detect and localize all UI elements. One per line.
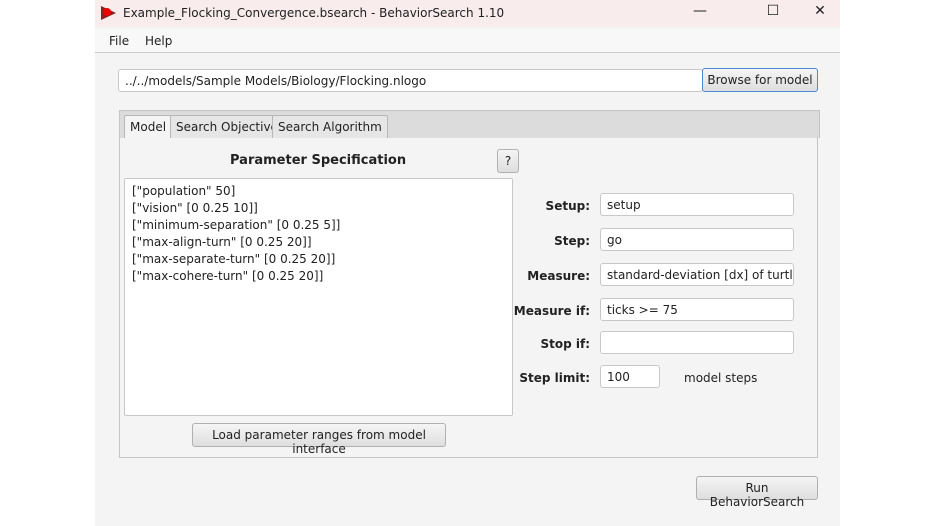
tab-bar: Model Search Objective Search Algorithm — [119, 110, 820, 138]
maximize-button[interactable]: ☐ — [753, 3, 793, 19]
title-bar: Example_Flocking_Convergence.bsearch - B… — [95, 0, 840, 27]
setup-input[interactable]: setup — [600, 193, 794, 216]
param-line: ["minimum-separation" [0 0.25 5]] — [132, 218, 341, 232]
stop-if-label: Stop if: — [540, 337, 590, 351]
measure-label: Measure: — [527, 269, 590, 283]
app-window: Example_Flocking_Convergence.bsearch - B… — [95, 0, 840, 526]
step-units-label: model steps — [684, 371, 758, 385]
measure-if-label: Measure if: — [513, 304, 590, 318]
measure-input[interactable]: standard-deviation [dx] of turtles — [600, 263, 794, 286]
setup-label: Setup: — [545, 199, 590, 213]
menu-file[interactable]: File — [109, 34, 129, 48]
param-line: ["max-cohere-turn" [0 0.25 20]] — [132, 269, 324, 283]
tab-model[interactable]: Model — [124, 115, 173, 138]
menu-help[interactable]: Help — [145, 34, 172, 48]
param-spec-textarea[interactable]: ["population" 50] ["vision" [0 0.25 10]]… — [124, 178, 513, 416]
app-logo-icon — [101, 6, 116, 20]
param-line: ["max-separate-turn" [0 0.25 20]] — [132, 252, 336, 266]
browse-model-button[interactable]: Browse for model — [702, 68, 818, 92]
param-line: ["population" 50] — [132, 184, 236, 198]
param-line: ["max-align-turn" [0 0.25 20]] — [132, 235, 312, 249]
minimize-button[interactable]: — — [680, 3, 720, 19]
help-button[interactable]: ? — [497, 149, 519, 173]
step-input[interactable]: go — [600, 228, 794, 251]
param-spec-heading: Parameter Specification — [230, 153, 407, 168]
window-title: Example_Flocking_Convergence.bsearch - B… — [123, 6, 505, 20]
menu-bar: File Help — [95, 29, 840, 53]
close-button[interactable]: ✕ — [800, 3, 840, 19]
param-line: ["vision" [0 0.25 10]] — [132, 201, 258, 215]
tab-search-algorithm[interactable]: Search Algorithm — [272, 115, 388, 138]
measure-if-input[interactable]: ticks >= 75 — [600, 298, 794, 321]
step-limit-input[interactable]: 100 — [600, 365, 660, 388]
step-limit-label: Step limit: — [519, 371, 590, 385]
tab-search-objective[interactable]: Search Objective — [170, 115, 284, 138]
step-label: Step: — [554, 234, 590, 248]
load-param-ranges-button[interactable]: Load parameter ranges from model interfa… — [192, 423, 446, 456]
stop-if-input[interactable] — [600, 331, 794, 354]
run-behaviorsearch-button[interactable]: Run BehaviorSearch — [696, 476, 818, 509]
model-path-input[interactable]: ../../models/Sample Models/Biology/Flock… — [118, 69, 703, 92]
